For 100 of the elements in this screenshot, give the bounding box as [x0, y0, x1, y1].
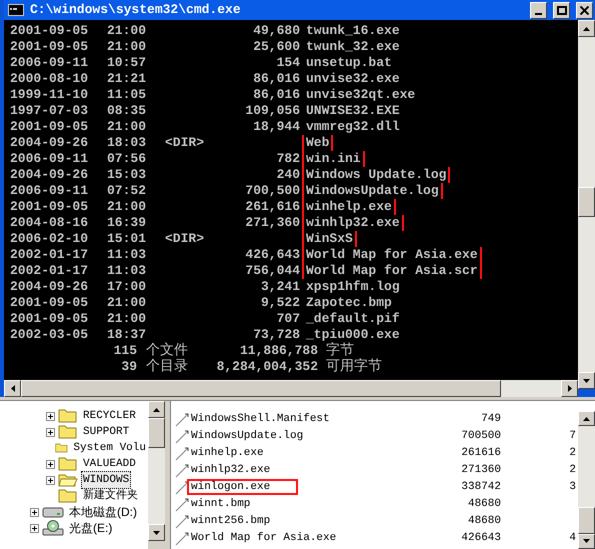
file-size: 109,056	[245, 103, 300, 118]
scrollbar-thumb[interactable]	[578, 187, 595, 217]
close-icon	[580, 6, 589, 14]
file-date: 1997-07-03	[10, 103, 90, 119]
file-date: 1999-11-10	[10, 87, 90, 103]
left-arrow-icon	[10, 385, 14, 392]
window-title: C:\windows\system32\cmd.exe	[30, 1, 242, 20]
file-time: 21:00	[107, 199, 148, 215]
file-date: 2000-08-10	[10, 71, 90, 87]
horizontal-scrollbar[interactable]	[4, 380, 578, 397]
file-size: 18,944	[253, 119, 300, 134]
summary-count: 115	[112, 343, 137, 359]
scroll-up-button[interactable]	[578, 411, 595, 426]
summary-bytes: 11,886,788	[238, 343, 318, 359]
tree-item[interactable]: RECYCLER	[81, 408, 138, 424]
summary-unit: 字节	[326, 343, 354, 359]
file-size: 73,728	[253, 327, 300, 342]
up-arrow-icon	[583, 416, 590, 421]
file-time: 18:03	[107, 135, 148, 151]
file-icon	[175, 430, 189, 444]
tree-item[interactable]: 本地磁盘(D:)	[67, 504, 139, 520]
file-name: Web	[302, 135, 334, 151]
file-name: unvise32.exe	[306, 71, 400, 87]
file-column-3: 7	[569, 430, 576, 442]
tree-item[interactable]: 新建文件夹	[81, 488, 140, 504]
up-arrow-icon	[583, 26, 590, 30]
vertical-scrollbar[interactable]	[578, 20, 595, 389]
vertical-scrollbar[interactable]	[578, 411, 595, 549]
scroll-down-button[interactable]	[148, 524, 165, 541]
tree-item[interactable]: System Volu	[71, 440, 148, 456]
file-name[interactable]: winhlp32.exe	[191, 464, 270, 476]
file-name[interactable]: winnt.bmp	[191, 498, 250, 510]
file-date: 2001-09-05	[10, 295, 90, 311]
file-time: 21:00	[107, 295, 148, 311]
file-time: 15:01	[107, 231, 148, 247]
file-time: 21:00	[107, 39, 148, 55]
down-arrow-icon	[583, 378, 590, 382]
expand-icon[interactable]	[46, 460, 55, 468]
scroll-up-button[interactable]	[578, 20, 595, 37]
expand-icon[interactable]	[30, 508, 39, 516]
file-icon	[175, 498, 189, 512]
file-name: WindowsUpdate.log	[302, 183, 443, 199]
file-name[interactable]: WindowsUpdate.log	[191, 430, 304, 442]
file-name[interactable]: winhelp.exe	[191, 447, 264, 459]
file-column-3: 2	[569, 447, 576, 459]
tree-item[interactable]: WINDOWS	[81, 471, 132, 489]
close-button[interactable]	[576, 2, 593, 18]
folder-icon	[58, 472, 78, 488]
file-size: 271360	[461, 464, 501, 476]
file-size: 49,680	[253, 23, 300, 38]
file-time: 21:21	[107, 71, 148, 87]
file-date: 2001-09-05	[10, 199, 90, 215]
file-name: Windows Update.log	[302, 167, 450, 183]
expand-icon[interactable]	[46, 428, 55, 436]
file-column-3: 4	[569, 532, 576, 544]
file-size: 426,643	[245, 247, 300, 262]
file-date: 2001-09-05	[10, 23, 90, 39]
file-name[interactable]: World Map for Asia.exe	[191, 532, 336, 544]
file-name: winhlp32.exe	[302, 215, 404, 231]
file-size: 261,616	[245, 199, 300, 214]
scroll-up-button[interactable]	[148, 401, 165, 418]
file-name[interactable]: winlogon.exe	[187, 479, 298, 495]
file-name[interactable]: WindowsShell.Manifest	[191, 413, 330, 425]
scroll-left-button[interactable]	[4, 380, 21, 397]
file-name[interactable]: winnt256.bmp	[191, 515, 270, 527]
summary-label: 个目录	[146, 359, 189, 375]
cd-drive-icon	[42, 520, 64, 536]
file-time: 21:00	[107, 23, 148, 39]
scrollbar-thumb[interactable]	[148, 418, 165, 448]
file-size: 700,500	[245, 183, 300, 198]
file-date: 2002-03-05	[10, 327, 90, 343]
file-size: 426643	[461, 532, 501, 544]
scroll-down-button[interactable]	[578, 534, 595, 549]
tree-item[interactable]: VALUEADD	[81, 456, 138, 472]
up-arrow-icon	[153, 408, 160, 412]
file-time: 11:05	[107, 87, 148, 103]
file-size: 3,241	[260, 279, 300, 294]
file-name: _default.pif	[306, 311, 400, 327]
file-time: 11:03	[107, 247, 148, 263]
file-size: 338742	[461, 481, 501, 493]
expand-icon[interactable]	[46, 476, 55, 484]
minimize-icon	[535, 13, 542, 15]
file-icon	[175, 412, 189, 426]
file-column-3: 3	[569, 481, 576, 493]
minimize-button[interactable]	[530, 2, 547, 18]
expand-icon[interactable]	[30, 524, 39, 532]
scrollbar-thumb[interactable]	[21, 380, 501, 397]
console-icon	[8, 4, 24, 16]
drive-icon	[42, 505, 64, 519]
tree-item[interactable]: 光盘(E:)	[67, 520, 114, 536]
expand-icon[interactable]	[46, 412, 55, 420]
vertical-scrollbar[interactable]	[148, 401, 165, 541]
scroll-down-button[interactable]	[578, 372, 595, 389]
scroll-right-button[interactable]	[561, 380, 578, 397]
file-time: 21:00	[107, 119, 148, 135]
maximize-button[interactable]	[553, 2, 570, 18]
tree-item[interactable]: SUPPORT	[81, 424, 132, 440]
folder-icon	[58, 408, 78, 424]
dir-marker: <DIR>	[165, 135, 204, 150]
scrollbar-thumb[interactable]	[578, 506, 595, 534]
